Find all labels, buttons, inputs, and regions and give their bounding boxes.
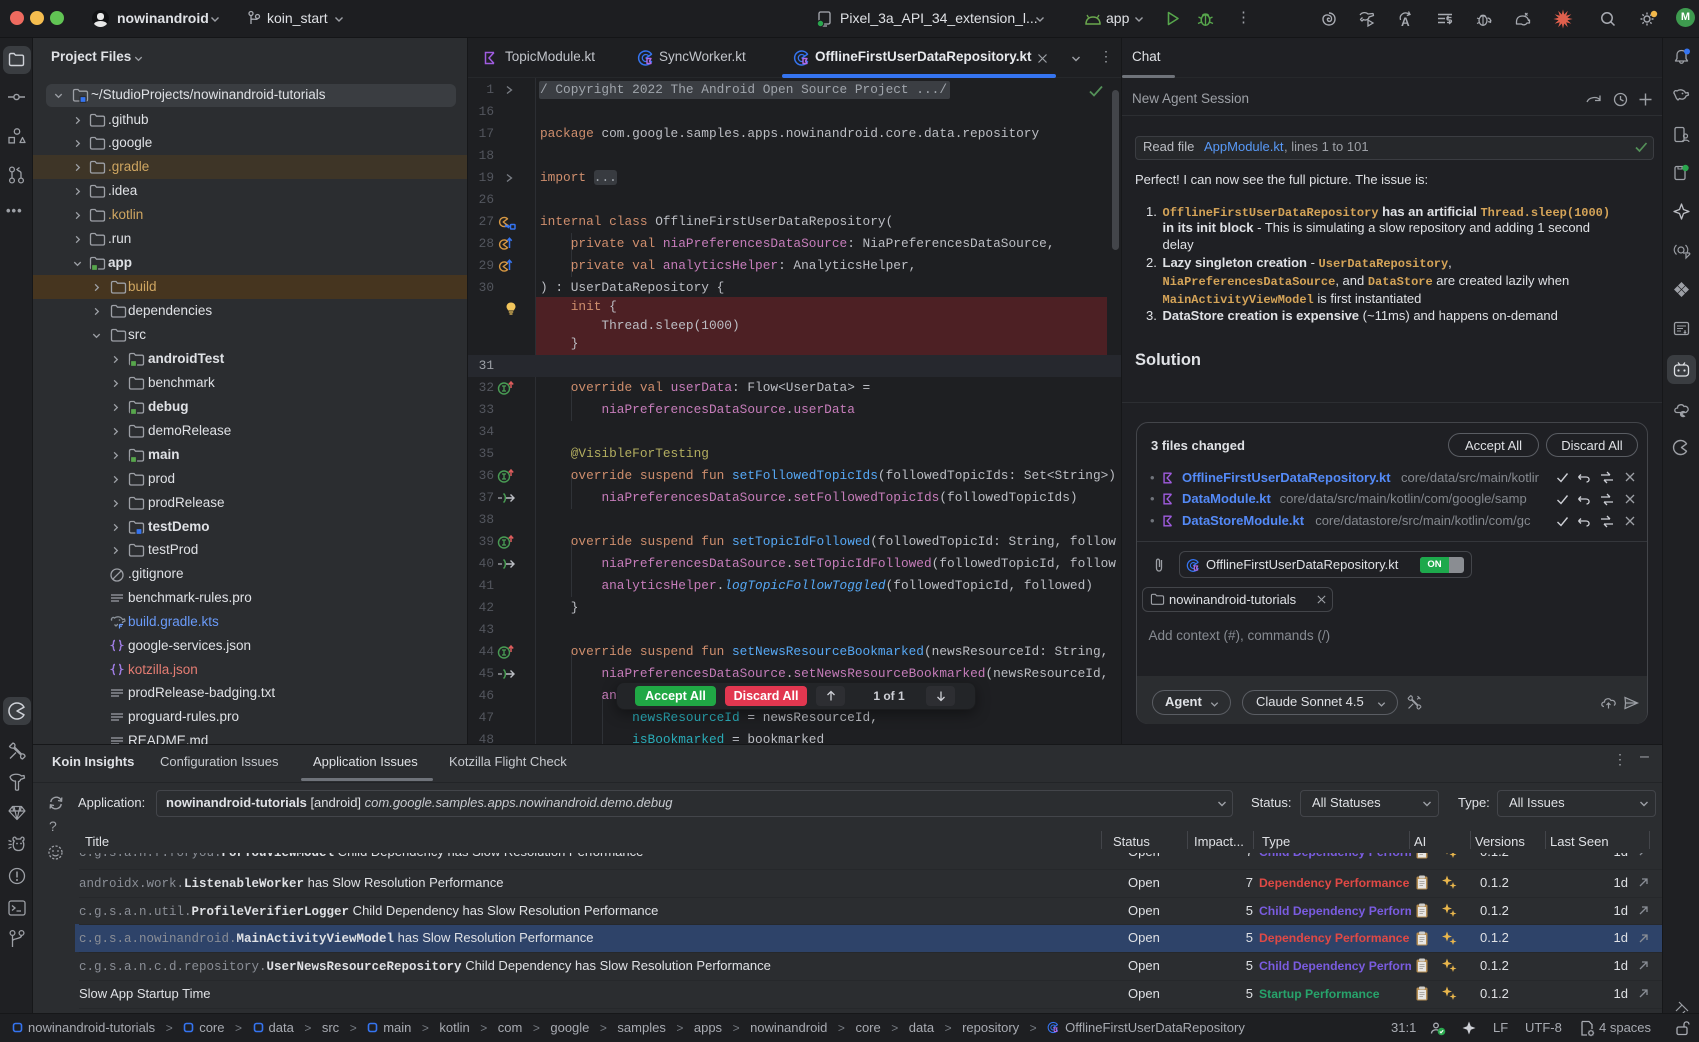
svg-text:A: A [1401, 15, 1410, 29]
